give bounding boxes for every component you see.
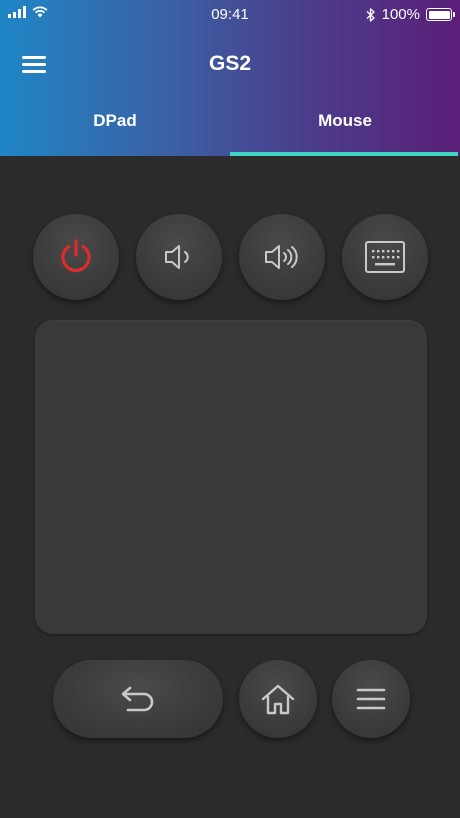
- battery-icon: [426, 8, 455, 21]
- tab-dpad[interactable]: DPad: [0, 100, 230, 156]
- mouse-touchpad[interactable]: [35, 320, 427, 634]
- menu-icon: [356, 688, 386, 710]
- battery-percent: 100%: [381, 6, 420, 23]
- home-icon: [261, 684, 295, 715]
- tab-bar: DPad Mouse: [0, 100, 460, 156]
- options-menu-button[interactable]: [332, 660, 410, 738]
- volume-down-icon: [165, 245, 189, 269]
- app-header: 09:41 100% GS2 DPad Mouse: [0, 0, 460, 156]
- power-button[interactable]: [33, 214, 119, 300]
- status-bar: 09:41 100%: [0, 0, 460, 28]
- volume-up-button[interactable]: [239, 214, 325, 300]
- keyboard-icon: [365, 241, 405, 273]
- home-button[interactable]: [239, 660, 317, 738]
- bluetooth-icon: [366, 7, 375, 22]
- status-right: 100%: [366, 6, 455, 23]
- volume-down-button[interactable]: [136, 214, 222, 300]
- tab-mouse[interactable]: Mouse: [230, 100, 460, 156]
- volume-up-icon: [265, 245, 298, 269]
- keyboard-button[interactable]: [342, 214, 428, 300]
- power-icon: [61, 239, 91, 272]
- title-bar: GS2: [0, 44, 460, 84]
- page-title: GS2: [208, 52, 252, 75]
- back-button[interactable]: [53, 660, 223, 738]
- back-icon: [121, 686, 154, 712]
